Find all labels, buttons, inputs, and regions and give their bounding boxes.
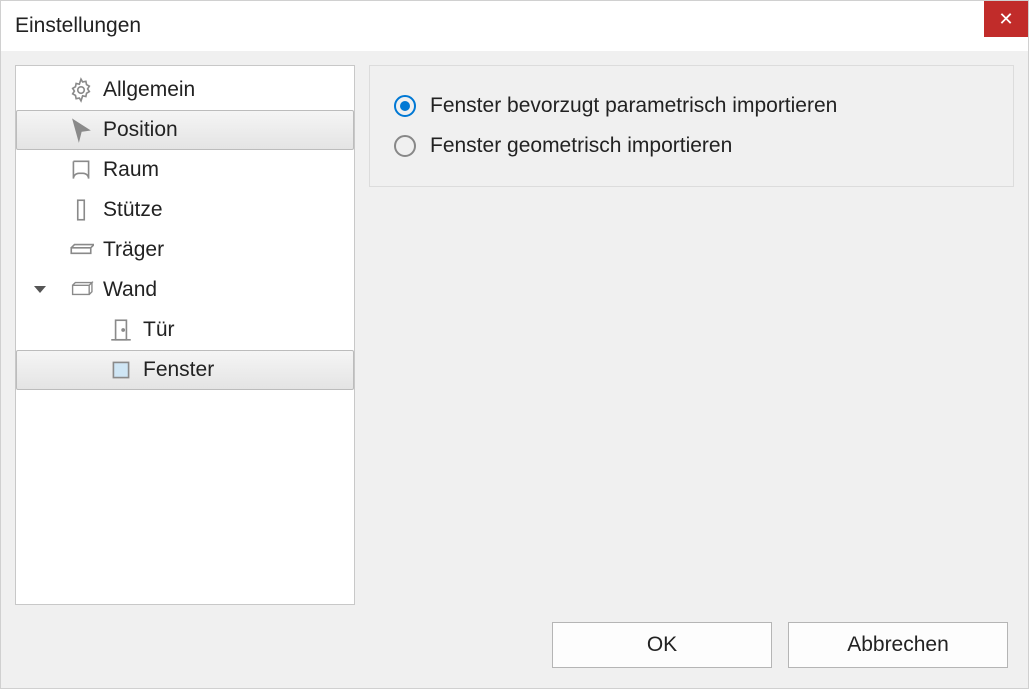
tree-item-allgemein[interactable]: Allgemein [16,70,354,110]
cursor-icon [63,117,99,143]
settings-dialog: Einstellungen ✕ Allgemein Position [0,0,1029,689]
gear-icon [63,77,99,103]
tree-item-label: Allgemein [99,78,195,102]
button-label: OK [647,633,677,657]
radio-checked-icon [394,95,416,117]
tree-item-label: Tür [139,318,175,342]
close-button[interactable]: ✕ [984,1,1028,37]
tree-item-fenster[interactable]: Fenster [16,350,354,390]
radio-label: Fenster geometrisch importieren [430,134,732,158]
category-tree: Allgemein Position Raum [15,65,355,605]
tree-item-tuer[interactable]: Tür [16,310,354,350]
wall-icon [63,277,99,303]
radio-unchecked-icon [394,135,416,157]
tree-item-wand[interactable]: Wand [16,270,354,310]
tree-item-label: Raum [99,158,159,182]
door-icon [103,317,139,343]
tree-item-position[interactable]: Position [16,110,354,150]
tree-item-raum[interactable]: Raum [16,150,354,190]
content-pane: Fenster bevorzugt parametrisch importier… [369,65,1014,674]
tree-item-label: Stütze [99,198,163,222]
window-icon [103,357,139,383]
ok-button[interactable]: OK [552,622,772,668]
beam-icon [63,237,99,263]
tree-item-label: Wand [99,278,157,302]
radio-geometric-import[interactable]: Fenster geometrisch importieren [394,126,989,166]
dialog-title: Einstellungen [15,14,141,38]
button-label: Abbrechen [847,633,949,657]
tree-item-stuetze[interactable]: Stütze [16,190,354,230]
tree-item-label: Position [99,118,178,142]
tree-item-label: Fenster [139,358,214,382]
tree-item-traeger[interactable]: Träger [16,230,354,270]
column-icon [63,197,99,223]
chevron-down-icon [34,286,46,293]
import-options-group: Fenster bevorzugt parametrisch importier… [369,65,1014,187]
titlebar: Einstellungen ✕ [1,1,1028,51]
close-icon: ✕ [998,10,1013,28]
radio-label: Fenster bevorzugt parametrisch importier… [430,94,837,118]
expand-toggle[interactable] [17,287,63,294]
dialog-body: Allgemein Position Raum [1,51,1028,688]
tree-item-label: Träger [99,238,164,262]
cancel-button[interactable]: Abbrechen [788,622,1008,668]
dialog-footer: OK Abbrechen [369,622,1014,674]
radio-parametric-import[interactable]: Fenster bevorzugt parametrisch importier… [394,86,989,126]
room-icon [63,157,99,183]
